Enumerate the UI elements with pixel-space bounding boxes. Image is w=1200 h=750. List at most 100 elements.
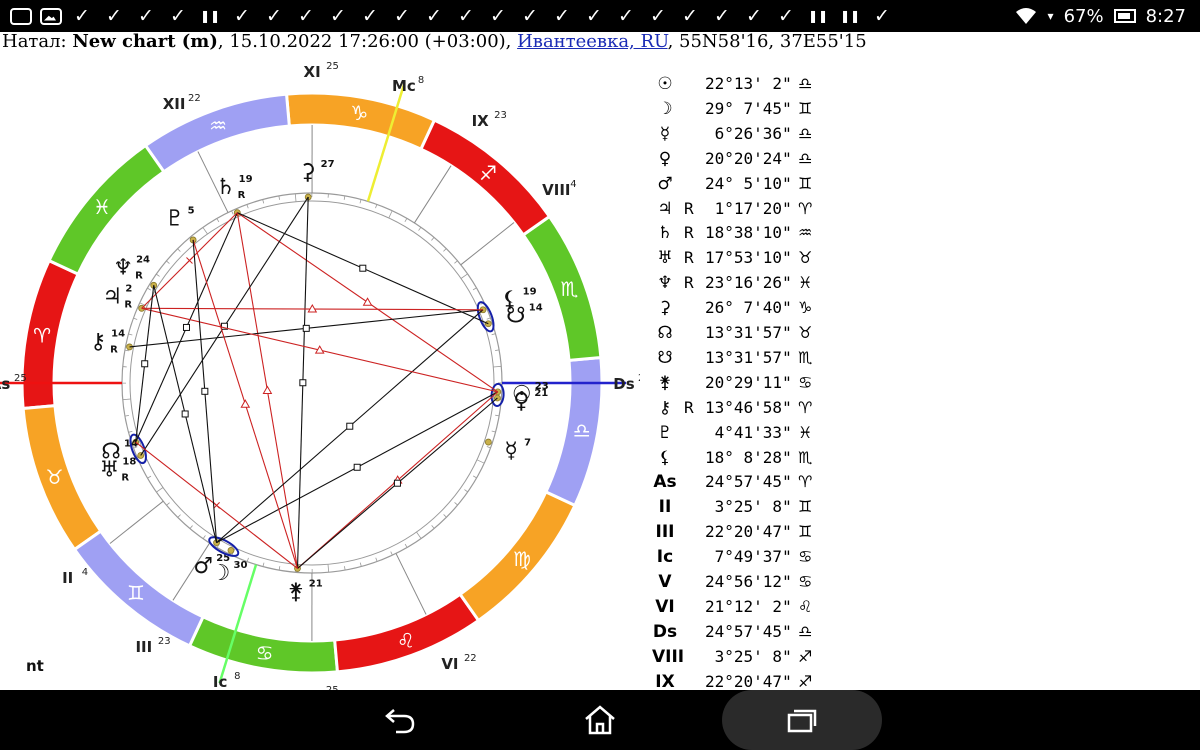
planet-degree: 5 [188,206,195,217]
zodiac-sign-glyph: ♒ [209,114,227,138]
house-label: III 23 [135,636,170,656]
position-sign-glyph: ♉ [798,248,813,268]
battery-icon [1113,9,1136,23]
uranus-icon: ♅ 18 R [100,457,137,484]
zodiac-sign-glyph: ♑ [350,101,368,125]
degree-tick [294,193,297,202]
trine-aspect-marker [240,399,251,408]
check-icon: ✓ [394,5,410,27]
position-body-glyph: ⚳ [658,298,672,319]
house-label: XII 22 [163,93,201,113]
natal-chart-wheel[interactable]: ♈♉♊♋♌♍♎♏♐♑♒♓As25II4III23Ic8V25VI22Ds25VI… [0,60,640,690]
planet-degree: 14 [529,303,543,314]
clock: 8:27 [1145,5,1186,27]
house-cusp-line [460,222,515,266]
position-degree: 18°38'10" [705,223,792,243]
zodiac-sign-glyph: ♍ [513,547,531,571]
position-degree: 13°31'57" [705,323,792,342]
check-icon: ✓ [74,5,90,27]
position-body-glyph: ☽ [657,98,673,119]
planet-marker [484,438,492,446]
house-label-text: XI [304,63,321,81]
planet-glyph: ♇ [165,207,185,232]
degree-tick [431,525,435,529]
house-label-degree: 25 [14,373,27,384]
pause-icon: ❚❚ [839,9,861,23]
square-aspect-marker [201,387,209,395]
house-label-degree: 4 [570,179,576,190]
location-link[interactable]: Ивантеевка, RU [517,31,667,52]
juno-icon: ⚵ 21 [288,578,323,604]
chiron-icon: ⚷ 14 R [90,329,125,356]
status-bar: ✓ ✓ ✓ ✓ ❚❚ ✓ ✓ ✓ ✓ ✓ ✓ ✓ ✓ ✓ ✓ ✓ ✓ ✓ ✓ ✓ ✓ ✓ ✓ ❚❚ ❚❚ ✓ ▾ 67% 8:27 [0,0,1200,32]
zodiac-sign-glyph: ♉ [46,465,64,489]
planet-glyph: ♃ [102,284,122,309]
position-degree: 3°25' 8" [705,497,792,517]
degree-tick [388,210,393,219]
check-icon: ✓ [586,5,602,27]
position-sign-glyph: ♊ [798,497,813,517]
position-degree: 4°41'33" [705,422,792,442]
degree-tick [246,204,249,209]
planet-degree: 27 [321,159,335,170]
trine-aspect-marker [362,297,373,306]
planet-glyph: ⚳ [300,160,316,185]
degree-tick [202,227,208,235]
check-icon: ✓ [298,5,314,27]
house-label: Mc 8 [392,75,424,95]
degree-tick [472,287,477,291]
check-icon: ✓ [106,5,122,27]
position-row: ☿ 6°26'36" ♎ [650,122,825,146]
square-aspect-marker [299,379,307,387]
home-button[interactable] [570,690,630,750]
square-aspect-marker [141,360,149,368]
position-sign-glyph: ♓ [798,422,813,442]
house-label: VIII 4 [542,179,577,199]
degree-tick [443,248,447,252]
position-retrograde-flag: R [684,223,694,243]
square-aspect-marker [353,463,361,471]
degree-tick [344,566,346,571]
house-label-text: IX [472,112,490,130]
square-aspect-marker [181,410,189,418]
position-retrograde-flag: R [684,248,694,268]
degree-tick [189,525,193,529]
saturn-icon: ♄ 19 R [216,174,253,201]
battery-percent: 67% [1063,5,1104,27]
zodiac-sign-glyph: ♐ [479,161,497,185]
house-label-degree: 8 [418,75,424,86]
position-body-glyph: Ds [652,621,678,642]
message-icon [10,7,32,25]
position-retrograde-flag: R [684,397,694,417]
back-arrow-icon [385,709,415,734]
planet-degree: 14 [111,329,125,340]
degree-tick [262,199,265,204]
degree-tick [262,562,265,567]
degree-tick [443,514,447,518]
position-body-glyph: ♂ [657,173,673,194]
position-body-glyph: ♇ [657,422,673,443]
planet-glyph: ♄ [216,175,236,200]
planet-degree: 7 [524,438,531,449]
degree-tick [156,487,164,493]
position-body-glyph: ♃ [657,198,673,219]
position-body-glyph: ♀ [658,148,672,169]
check-icon: ✓ [650,5,666,27]
chart-datetime: , 15.10.2022 17:26:00 (+03:00), [217,31,518,52]
system-status: ▾ 67% 8:27 [1014,0,1186,32]
back-button[interactable] [370,690,430,750]
position-body-glyph: ☿ [659,123,671,144]
zodiac-sign-glyph: ♏ [560,277,578,301]
position-sign-glyph: ♋ [798,372,813,392]
check-icon: ✓ [746,5,762,27]
position-row: VI 21°12' 2" ♌ [650,595,825,619]
degree-tick [486,446,491,449]
check-icon: ✓ [714,5,730,27]
position-degree: 3°25' 8" [705,646,792,666]
wheel-footer-label: nt [26,657,44,675]
chart-header: Натал: New chart (m), 15.10.2022 17:26:0… [2,30,867,54]
mercury-icon: ☿ 7 [504,438,531,464]
house-label-degree: 25 [638,373,640,384]
degree-tick [359,562,362,567]
recents-button[interactable] [772,690,832,750]
